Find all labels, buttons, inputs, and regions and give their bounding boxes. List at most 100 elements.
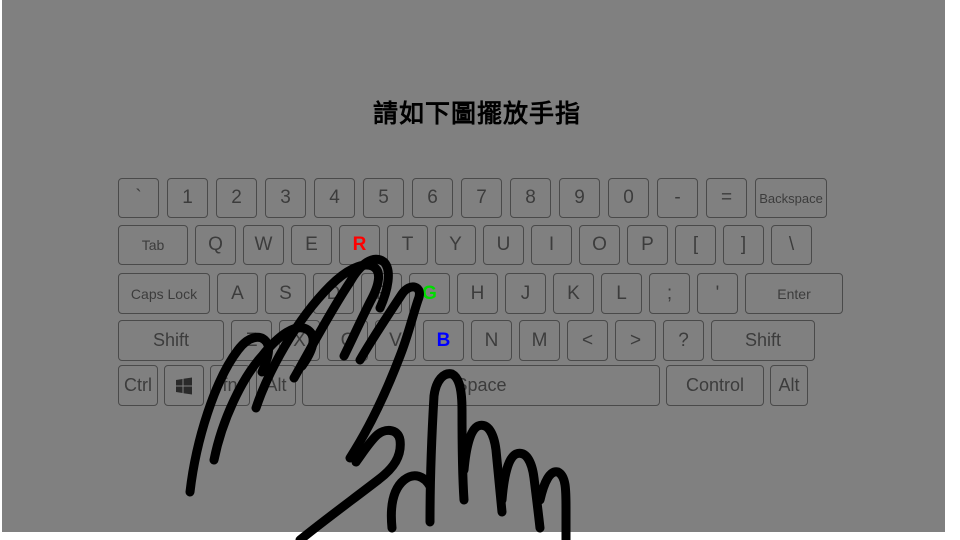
- key-6[interactable]: 6: [412, 178, 453, 218]
- key-b[interactable]: B: [423, 320, 464, 361]
- key-u[interactable]: U: [483, 225, 524, 265]
- key-label: N: [484, 329, 499, 351]
- key-backspace[interactable]: Backspace: [755, 178, 827, 218]
- key-enter[interactable]: Enter: [745, 273, 843, 314]
- key-fn[interactable]: fn: [210, 365, 250, 406]
- key-q[interactable]: Q: [195, 225, 236, 265]
- key-label: M: [531, 329, 548, 351]
- key-label: C: [340, 329, 355, 351]
- key-label: W: [254, 234, 273, 255]
- key-label: Q: [208, 234, 223, 255]
- key-w[interactable]: W: [243, 225, 284, 265]
- key-label: T: [401, 234, 414, 255]
- key-label: Shift: [152, 330, 190, 350]
- key-d[interactable]: D: [313, 273, 354, 314]
- key-space[interactable]: Space: [302, 365, 660, 406]
- key-0[interactable]: 0: [608, 178, 649, 218]
- key-alt-right[interactable]: Alt: [770, 365, 808, 406]
- key-h[interactable]: H: [457, 273, 498, 314]
- key-o[interactable]: O: [579, 225, 620, 265]
- key-label: A: [231, 282, 244, 304]
- key-equals[interactable]: =: [706, 178, 747, 218]
- key-label: Shift: [744, 330, 782, 350]
- key-2[interactable]: 2: [216, 178, 257, 218]
- key-label: Z: [245, 329, 258, 351]
- key-x[interactable]: X: [279, 320, 320, 361]
- key-7[interactable]: 7: [461, 178, 502, 218]
- key-greater-than[interactable]: >: [615, 320, 656, 361]
- key-label: 4: [329, 187, 340, 208]
- key-label: -: [674, 187, 681, 208]
- key-backtick[interactable]: `: [118, 178, 159, 218]
- key-label: Enter: [777, 285, 811, 302]
- key-label: Ctrl: [124, 375, 152, 395]
- key-windows[interactable]: [164, 365, 204, 406]
- key-5[interactable]: 5: [363, 178, 404, 218]
- key-s[interactable]: S: [265, 273, 306, 314]
- key-y[interactable]: Y: [435, 225, 476, 265]
- key-z[interactable]: Z: [231, 320, 272, 361]
- key-label: E: [305, 234, 318, 255]
- key-label: D: [326, 282, 341, 304]
- key-label: Tab: [141, 237, 165, 253]
- key-label: 7: [476, 187, 487, 208]
- key-label: U: [496, 234, 511, 255]
- key-backslash[interactable]: \: [771, 225, 812, 265]
- key-semicolon[interactable]: ;: [649, 273, 690, 314]
- key-caps-lock[interactable]: Caps Lock: [118, 273, 210, 314]
- key-quote[interactable]: ': [697, 273, 738, 314]
- key-label: 3: [280, 187, 291, 208]
- key-label: K: [567, 282, 580, 304]
- keyboard-instruction-canvas: 請如下圖擺放手指 ` 1 2 3 4 5 6 7 8 9 0 - = Backspace Tab Q W E R T Y…: [2, 0, 945, 532]
- key-l[interactable]: L: [601, 273, 642, 314]
- key-v[interactable]: V: [375, 320, 416, 361]
- key-g[interactable]: G: [409, 273, 450, 314]
- key-label: 1: [182, 187, 193, 208]
- key-alt-left[interactable]: Alt: [256, 365, 296, 406]
- key-label: =: [720, 187, 733, 208]
- key-right-bracket[interactable]: ]: [723, 225, 764, 265]
- key-label: ]: [740, 234, 747, 255]
- key-less-than[interactable]: <: [567, 320, 608, 361]
- key-label: 9: [574, 187, 585, 208]
- key-label: Caps Lock: [130, 285, 198, 302]
- key-1[interactable]: 1: [167, 178, 208, 218]
- key-shift-left[interactable]: Shift: [118, 320, 224, 361]
- key-8[interactable]: 8: [510, 178, 551, 218]
- key-c[interactable]: C: [327, 320, 368, 361]
- key-label: H: [470, 282, 485, 304]
- key-ctrl[interactable]: Ctrl: [118, 365, 158, 406]
- key-label: fn: [222, 375, 238, 395]
- key-j[interactable]: J: [505, 273, 546, 314]
- key-label: I: [548, 234, 555, 255]
- key-t[interactable]: T: [387, 225, 428, 265]
- key-label: L: [616, 282, 627, 304]
- key-n[interactable]: N: [471, 320, 512, 361]
- key-label: 2: [231, 187, 242, 208]
- key-i[interactable]: I: [531, 225, 572, 265]
- key-label: X: [293, 329, 306, 351]
- key-r[interactable]: R: [339, 225, 380, 265]
- key-e[interactable]: E: [291, 225, 332, 265]
- key-label: Space: [455, 375, 507, 395]
- key-minus[interactable]: -: [657, 178, 698, 218]
- key-label: S: [279, 282, 292, 304]
- key-f[interactable]: F: [361, 273, 402, 314]
- key-shift-right[interactable]: Shift: [711, 320, 815, 361]
- key-question[interactable]: ?: [663, 320, 704, 361]
- key-p[interactable]: P: [627, 225, 668, 265]
- key-tab[interactable]: Tab: [118, 225, 188, 265]
- key-label: R: [352, 234, 367, 255]
- key-label: Control: [685, 375, 745, 395]
- key-3[interactable]: 3: [265, 178, 306, 218]
- key-4[interactable]: 4: [314, 178, 355, 218]
- key-label: 8: [525, 187, 536, 208]
- key-control[interactable]: Control: [666, 365, 764, 406]
- key-a[interactable]: A: [217, 273, 258, 314]
- key-left-bracket[interactable]: [: [675, 225, 716, 265]
- key-label: 0: [623, 187, 634, 208]
- key-label: <: [581, 329, 594, 351]
- key-k[interactable]: K: [553, 273, 594, 314]
- key-9[interactable]: 9: [559, 178, 600, 218]
- key-m[interactable]: M: [519, 320, 560, 361]
